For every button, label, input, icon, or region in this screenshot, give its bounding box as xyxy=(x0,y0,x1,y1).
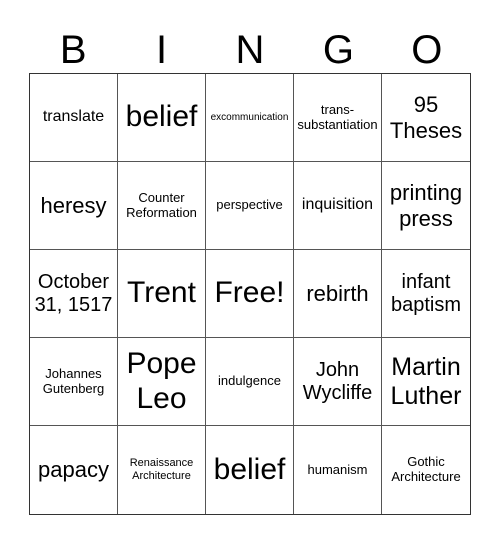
bingo-cell[interactable]: belief xyxy=(118,74,206,162)
bingo-cell[interactable]: inquisition xyxy=(294,162,382,250)
header-letter-g: G xyxy=(322,28,354,72)
cell-label: indulgence xyxy=(218,373,281,389)
bingo-cell[interactable]: John Wycliffe xyxy=(294,338,382,426)
cell-label: Martin Luther xyxy=(390,352,462,410)
cell-label: Renaissance Architecture xyxy=(129,457,194,482)
cell-label: Free! xyxy=(214,276,285,310)
bingo-cell[interactable]: heresy xyxy=(30,162,118,250)
bingo-cell[interactable]: papacy xyxy=(30,426,118,514)
cell-label: 95 Theses xyxy=(389,92,463,143)
cell-label: October 31, 1517 xyxy=(34,270,113,316)
cell-label: Trent xyxy=(127,276,196,310)
header-letter-i: I xyxy=(156,28,168,72)
bingo-cell[interactable]: perspective xyxy=(206,162,294,250)
bingo-cell[interactable]: rebirth xyxy=(294,250,382,338)
cell-label: heresy xyxy=(40,192,107,218)
cell-label: belief xyxy=(213,452,286,486)
bingo-header: B I N G O xyxy=(29,28,471,72)
bingo-cell[interactable]: belief xyxy=(206,426,294,514)
bingo-cell[interactable]: translate xyxy=(30,74,118,162)
bingo-cell[interactable]: Martin Luther xyxy=(382,338,470,426)
cell-label: Pope Leo xyxy=(126,347,197,415)
bingo-grid: translate belief excommunication trans- … xyxy=(29,73,471,515)
cell-label: infant baptism xyxy=(390,270,462,316)
header-letter-b: B xyxy=(59,28,87,72)
free-space-cell[interactable]: Free! xyxy=(206,250,294,338)
bingo-cell[interactable]: Johannes Gutenberg xyxy=(30,338,118,426)
cell-label: Counter Reformation xyxy=(126,189,197,220)
bingo-cell[interactable]: humanism xyxy=(294,426,382,514)
header-letter-n: N xyxy=(235,28,265,72)
header-letter-o: O xyxy=(411,28,443,72)
bingo-cell[interactable]: Pope Leo xyxy=(118,338,206,426)
cell-label: papacy xyxy=(38,457,109,483)
cell-label: rebirth xyxy=(306,280,369,306)
cell-label: Johannes Gutenberg xyxy=(42,365,105,396)
cell-label: translate xyxy=(42,108,105,126)
cell-label: trans- substantiation xyxy=(297,101,378,132)
cell-label: belief xyxy=(125,100,198,134)
cell-label: Gothic Architecture xyxy=(391,454,461,484)
cell-label: John Wycliffe xyxy=(302,358,373,404)
bingo-cell[interactable]: Counter Reformation xyxy=(118,162,206,250)
bingo-cell[interactable]: indulgence xyxy=(206,338,294,426)
bingo-cell[interactable]: infant baptism xyxy=(382,250,470,338)
cell-label: inquisition xyxy=(301,196,374,214)
bingo-cell[interactable]: Trent xyxy=(118,250,206,338)
cell-label: perspective xyxy=(216,197,283,213)
bingo-cell[interactable]: excommunication xyxy=(206,74,294,162)
cell-label: printing press xyxy=(389,180,463,231)
bingo-cell[interactable]: October 31, 1517 xyxy=(30,250,118,338)
bingo-cell[interactable]: 95 Theses xyxy=(382,74,470,162)
bingo-cell[interactable]: printing press xyxy=(382,162,470,250)
cell-label: humanism xyxy=(307,461,368,477)
cell-label: excommunication xyxy=(210,111,289,123)
bingo-cell[interactable]: trans- substantiation xyxy=(294,74,382,162)
bingo-cell[interactable]: Renaissance Architecture xyxy=(118,426,206,514)
bingo-cell[interactable]: Gothic Architecture xyxy=(382,426,470,514)
